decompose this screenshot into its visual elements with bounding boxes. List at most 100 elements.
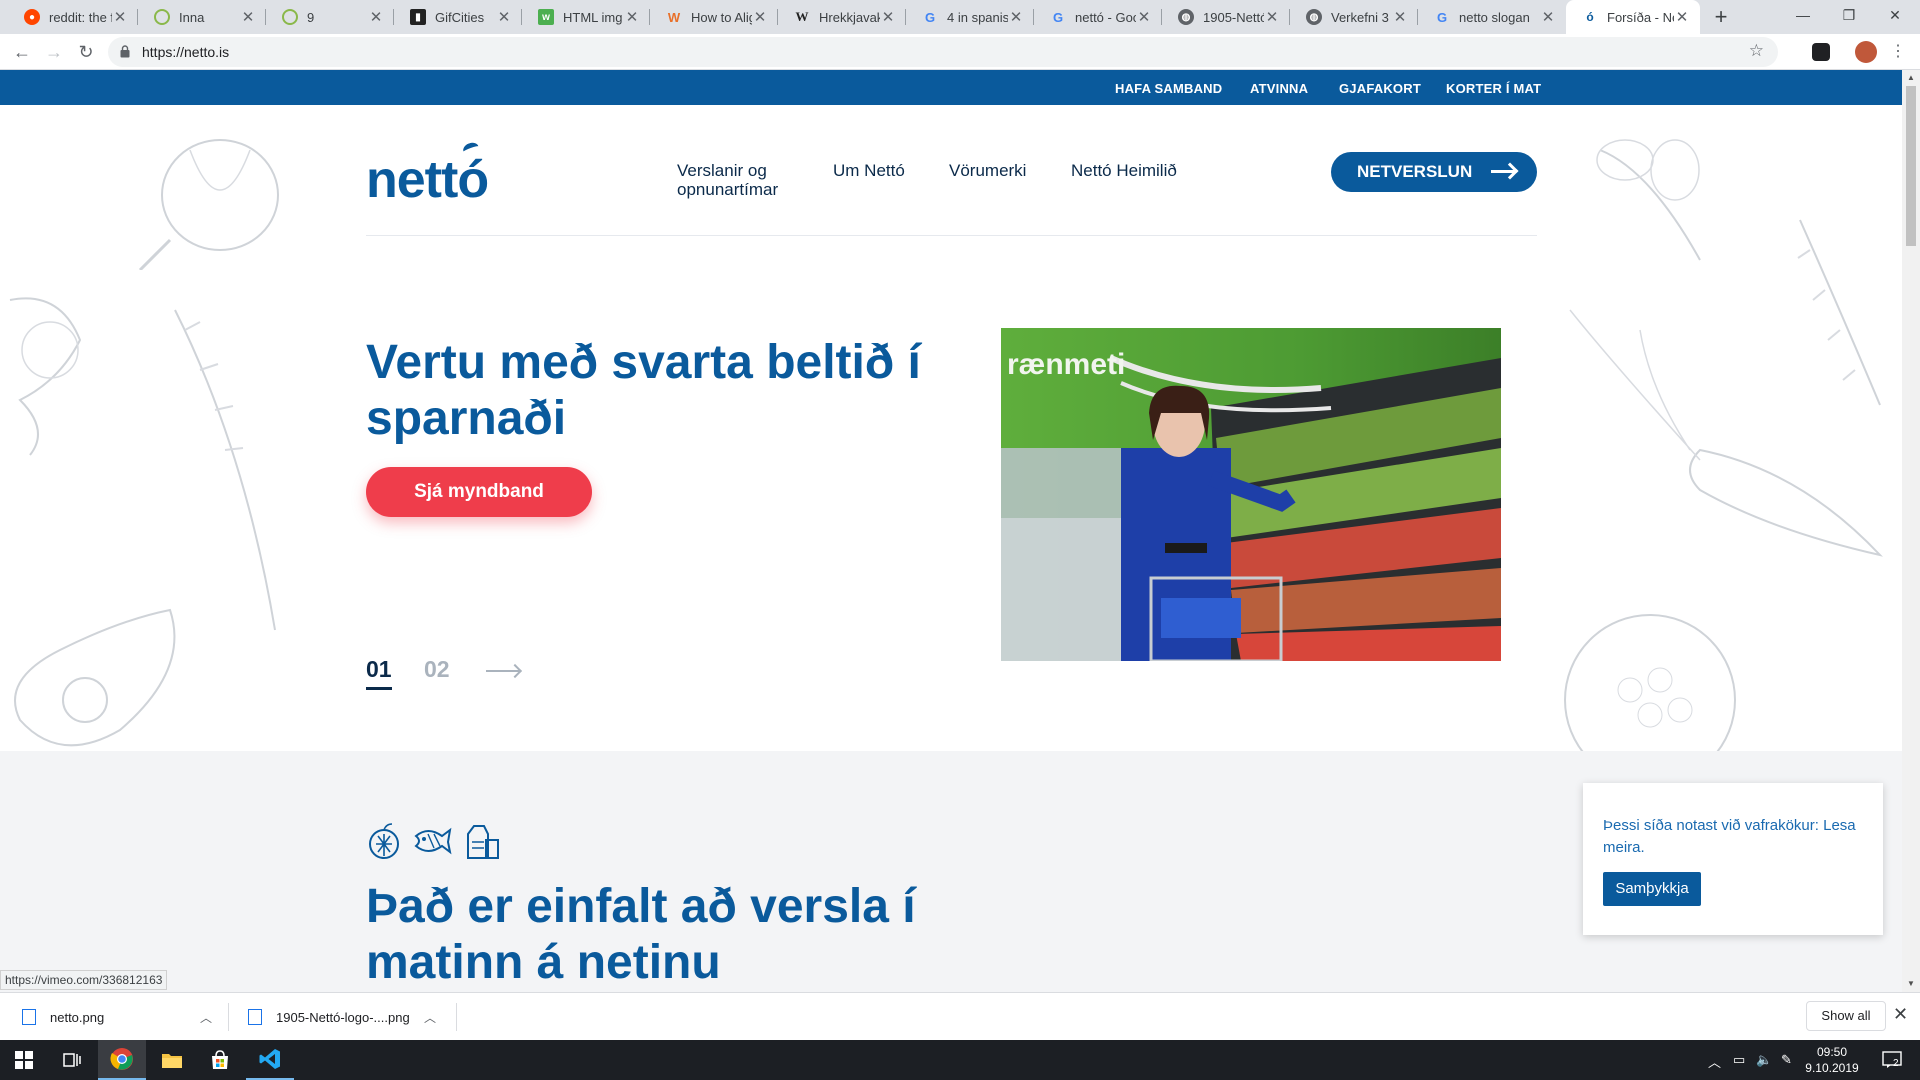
nav-stores-hours[interactable]: Verslanir og opnunartímar — [677, 161, 778, 199]
file-explorer-icon[interactable] — [148, 1040, 196, 1080]
fruit-icon — [369, 823, 399, 859]
globe-favicon-icon: ◍ — [1178, 9, 1194, 25]
show-hidden-icons-chevron-icon[interactable]: ︿ — [1708, 1052, 1721, 1071]
close-tab-icon[interactable]: ✕ — [368, 8, 384, 26]
netto-logo[interactable]: nettó — [366, 150, 489, 210]
download-bar: netto.png ︿ 1905-Nettó-logo-....png ︿ Sh… — [0, 992, 1920, 1040]
online-store-button[interactable]: NETVERSLUN — [1331, 152, 1537, 192]
close-tab-icon[interactable]: ✕ — [496, 8, 512, 26]
reddit-favicon-icon: ● — [24, 9, 40, 25]
contact-link[interactable]: HAFA SAMBAND — [1115, 81, 1222, 96]
jobs-link[interactable]: ATVINNA — [1250, 81, 1308, 96]
accept-cookies-button[interactable]: Samþykkja — [1603, 872, 1701, 906]
nav-about[interactable]: Um Nettó — [833, 161, 905, 180]
close-tab-icon[interactable]: ✕ — [1136, 8, 1152, 26]
browser-toolbar: ← → ↻ https://netto.is ☆ ⋮ — [0, 34, 1920, 70]
logo-text: nett — [366, 151, 458, 209]
restore-window-button[interactable]: ❐ — [1826, 0, 1872, 34]
scroll-down-icon[interactable]: ▼ — [1902, 976, 1920, 992]
next-slide-arrow-icon[interactable] — [486, 670, 520, 672]
vscode-icon[interactable] — [246, 1040, 294, 1080]
store-icon[interactable] — [196, 1040, 244, 1080]
browser-tab[interactable]: G 4 in spanish ✕ — [906, 0, 1034, 34]
close-tab-icon[interactable]: ✕ — [624, 8, 640, 26]
clock-date: 9.10.2019 — [1805, 1061, 1859, 1075]
close-tab-icon[interactable]: ✕ — [240, 8, 256, 26]
browser-tab[interactable]: ▮ GifCities ✕ — [394, 0, 522, 34]
system-clock[interactable]: 09:50 9.10.2019 — [1800, 1044, 1864, 1076]
scroll-up-icon[interactable]: ▲ — [1902, 70, 1920, 86]
minimize-window-button[interactable]: — — [1780, 0, 1826, 34]
browser-tab[interactable]: ● reddit: the fr ✕ — [8, 0, 138, 34]
notification-center-icon[interactable]: 2 — [1872, 1040, 1912, 1080]
network-icon[interactable]: ▭ — [1733, 1052, 1745, 1068]
close-download-bar-icon[interactable]: ✕ — [1893, 1004, 1908, 1025]
chevron-up-icon[interactable]: ︿ — [424, 1009, 436, 1026]
browser-tab[interactable]: W Hrekkjavaka ✕ — [778, 0, 906, 34]
back-arrow-icon[interactable]: ← — [8, 38, 36, 66]
close-tab-icon[interactable]: ✕ — [1540, 8, 1556, 26]
cookie-text[interactable]: Þessi síða notast við vafrakökur: Lesa m… — [1603, 815, 1863, 859]
close-tab-icon[interactable]: ✕ — [1392, 8, 1408, 26]
notification-count-badge: 2 — [1893, 1058, 1899, 1069]
parsley-sketch-icon — [9, 297, 82, 456]
browser-tab[interactable]: G netto slogan ✕ — [1418, 0, 1566, 34]
bookmark-star-icon[interactable]: ☆ — [1749, 41, 1764, 61]
tab-title: Hrekkjavaka — [819, 9, 880, 25]
nav-brands[interactable]: Vörumerki — [949, 161, 1026, 180]
browser-tab[interactable]: 9 ✕ — [266, 0, 394, 34]
extension-icon[interactable] — [1812, 43, 1830, 61]
pen-icon[interactable]: ✎ — [1781, 1052, 1792, 1068]
slide-indicator-next[interactable]: 02 — [424, 656, 450, 683]
browser-tab[interactable]: ◍ Verkefni 3 ✕ — [1290, 0, 1418, 34]
close-tab-icon[interactable]: ✕ — [880, 8, 896, 26]
profile-avatar[interactable] — [1855, 41, 1877, 63]
status-url-tooltip: https://vimeo.com/336812163 — [0, 970, 168, 990]
menu-kebab-icon[interactable]: ⋮ — [1884, 38, 1912, 66]
volume-icon[interactable]: 🔈 — [1756, 1052, 1772, 1068]
download-filename: netto.png — [50, 1009, 105, 1025]
arrow-right-icon — [1491, 170, 1515, 173]
tab-title: HTML img a — [563, 9, 624, 25]
browser-tab[interactable]: ◍ 1905-Nettó ✕ — [1162, 0, 1290, 34]
chevron-up-icon[interactable]: ︿ — [200, 1009, 212, 1026]
korter-i-mat-link[interactable]: KORTER Í MAT — [1446, 81, 1541, 96]
close-tab-icon[interactable]: ✕ — [112, 8, 128, 26]
browser-tab[interactable]: Inna ✕ — [138, 0, 266, 34]
new-tab-button[interactable]: + — [1707, 3, 1735, 31]
forward-arrow-icon[interactable]: → — [40, 38, 68, 66]
close-tab-icon[interactable]: ✕ — [1264, 8, 1280, 26]
cta-label: NETVERSLUN — [1357, 162, 1473, 181]
tab-title: GifCities — [435, 9, 485, 25]
herb-sketch-icon — [1596, 139, 1701, 261]
close-tab-icon[interactable]: ✕ — [752, 8, 768, 26]
browser-tab[interactable]: G nettó - Goo ✕ — [1034, 0, 1162, 34]
download-item[interactable]: netto.png ︿ — [22, 1001, 212, 1033]
watch-video-button[interactable]: Sjá myndband — [366, 467, 592, 517]
nav-home[interactable]: Nettó Heimilið — [1071, 161, 1177, 180]
giftcard-link[interactable]: GJAFAKORT — [1339, 81, 1421, 96]
address-bar[interactable]: https://netto.is ☆ — [108, 37, 1778, 67]
tab-title: Verkefni 3 — [1331, 9, 1389, 25]
nav-item-label: Verslanir og — [677, 161, 767, 180]
category-icons — [366, 822, 500, 860]
page-scrollbar[interactable]: ▲ ▼ — [1902, 70, 1920, 992]
slide-indicator-current[interactable]: 01 — [366, 656, 392, 690]
avocado-sketch-icon — [14, 608, 176, 747]
show-all-downloads-button[interactable]: Show all — [1806, 1001, 1886, 1031]
close-tab-icon[interactable]: ✕ — [1674, 8, 1690, 26]
carrot-sketch-icon — [1569, 309, 1883, 557]
close-window-button[interactable]: ✕ — [1872, 0, 1918, 34]
hero-image: rænmeti — [1001, 328, 1501, 661]
browser-tab-active[interactable]: ó Forsíða - Ne ✕ — [1566, 0, 1700, 34]
close-tab-icon[interactable]: ✕ — [1008, 8, 1024, 26]
download-item[interactable]: 1905-Nettó-logo-....png ︿ — [248, 1001, 436, 1033]
task-view-icon[interactable] — [48, 1040, 96, 1080]
reload-icon[interactable]: ↻ — [72, 38, 100, 66]
browser-tab[interactable]: W How to Alig ✕ — [650, 0, 778, 34]
scrollbar-thumb[interactable] — [1906, 86, 1916, 246]
wikihow-favicon-icon: W — [667, 9, 681, 25]
chrome-taskbar-icon[interactable] — [98, 1040, 146, 1080]
browser-tab[interactable]: w HTML img a ✕ — [522, 0, 650, 34]
windows-start-icon[interactable] — [0, 1040, 48, 1080]
